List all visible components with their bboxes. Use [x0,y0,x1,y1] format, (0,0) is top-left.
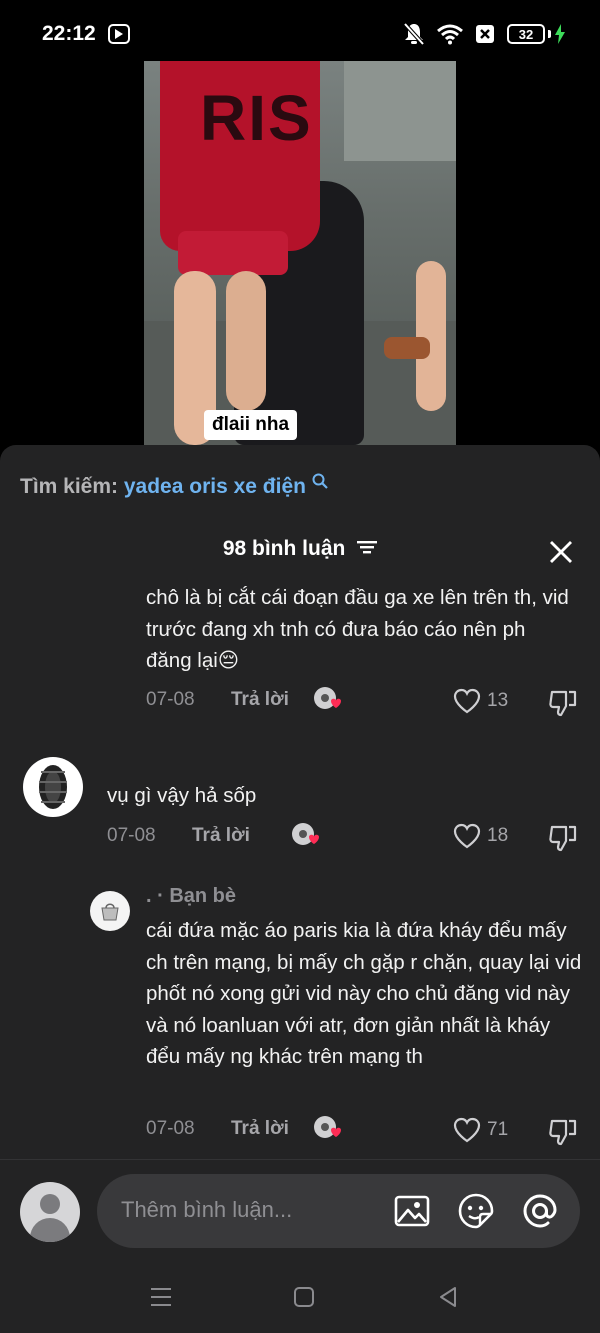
reply-button[interactable]: Trả lời [231,689,289,711]
search-query-link[interactable]: yadea oris xe điện [124,475,306,498]
close-icon[interactable] [548,539,574,565]
wifi-icon [437,24,463,45]
comment-text: vụ gì vậy hả sốp [107,784,257,807]
comment-date: 07-08 [107,825,156,846]
heart-outline-icon [453,823,481,849]
dislike-icon[interactable] [548,1117,578,1147]
heart-outline-icon [453,1117,481,1143]
heart-outline-icon [453,688,481,714]
avatar[interactable] [23,757,83,817]
reply-button[interactable]: Trả lời [192,825,250,847]
status-icons: 32 [403,22,566,46]
creator-liked-icon [314,687,341,709]
like-count: 71 [487,1119,509,1140]
video-player[interactable]: RIS [144,61,456,445]
creator-liked-icon [314,1116,341,1138]
video-caption: đlaii nha [204,410,298,440]
avatar[interactable] [90,891,130,931]
search-suggestion[interactable]: Tìm kiếm: yadea oris xe điện [20,473,328,499]
bag-icon [101,903,119,921]
image-icon[interactable] [393,1192,431,1230]
comment-date: 07-08 [146,1118,195,1139]
comment-text: chô là bị cắt cái đoạn đầu ga xe lên trê… [146,586,569,672]
like-button[interactable]: 71 [453,1117,508,1143]
status-time: 22:12 [42,22,96,45]
bell-muted-icon [403,22,425,46]
friend-label: . · Bạn bè [146,885,237,907]
like-button[interactable]: 18 [453,823,508,849]
red-shirt-shape: RIS [160,61,320,251]
menu-icon[interactable] [148,1284,174,1310]
comment-date: 07-08 [146,689,195,710]
like-count: 18 [487,825,509,846]
sort-icon[interactable] [357,537,378,561]
sim-icon [476,25,494,43]
comments-sheet: Tìm kiếm: yadea oris xe điện 98 bình luậ… [0,445,600,1333]
comment-text: cái đứa mặc áo paris kia là đứa kháy đểu… [146,919,582,1068]
like-button[interactable]: 13 [453,688,508,714]
dislike-icon[interactable] [548,823,578,853]
avatar[interactable] [20,1182,80,1242]
battery-level: 32 [507,24,545,44]
comments-count: 98 bình luận [222,537,346,560]
reply-button[interactable]: Trả lời [231,1118,289,1140]
comment-input-placeholder: Thêm bình luận... [121,1197,293,1222]
mention-icon[interactable] [521,1192,559,1230]
like-count: 13 [487,690,509,711]
search-label: Tìm kiếm: [20,475,119,498]
search-icon[interactable] [312,471,328,495]
back-icon[interactable] [435,1284,461,1310]
system-navigation-bar [0,1270,600,1333]
home-icon[interactable] [291,1284,317,1310]
creator-liked-icon [292,823,319,845]
status-bar: 22:12 32 [0,0,600,70]
comment-input[interactable]: Thêm bình luận... [97,1174,580,1248]
comments-count-header: 98 bình luận [0,537,600,561]
comment-composer: Thêm bình luận... [0,1160,600,1250]
sticker-icon[interactable] [457,1192,495,1230]
screen-record-icon [108,24,130,44]
charging-icon [555,24,565,44]
tire-icon [39,765,67,809]
battery-indicator: 32 [507,24,566,44]
dislike-icon[interactable] [548,688,578,718]
